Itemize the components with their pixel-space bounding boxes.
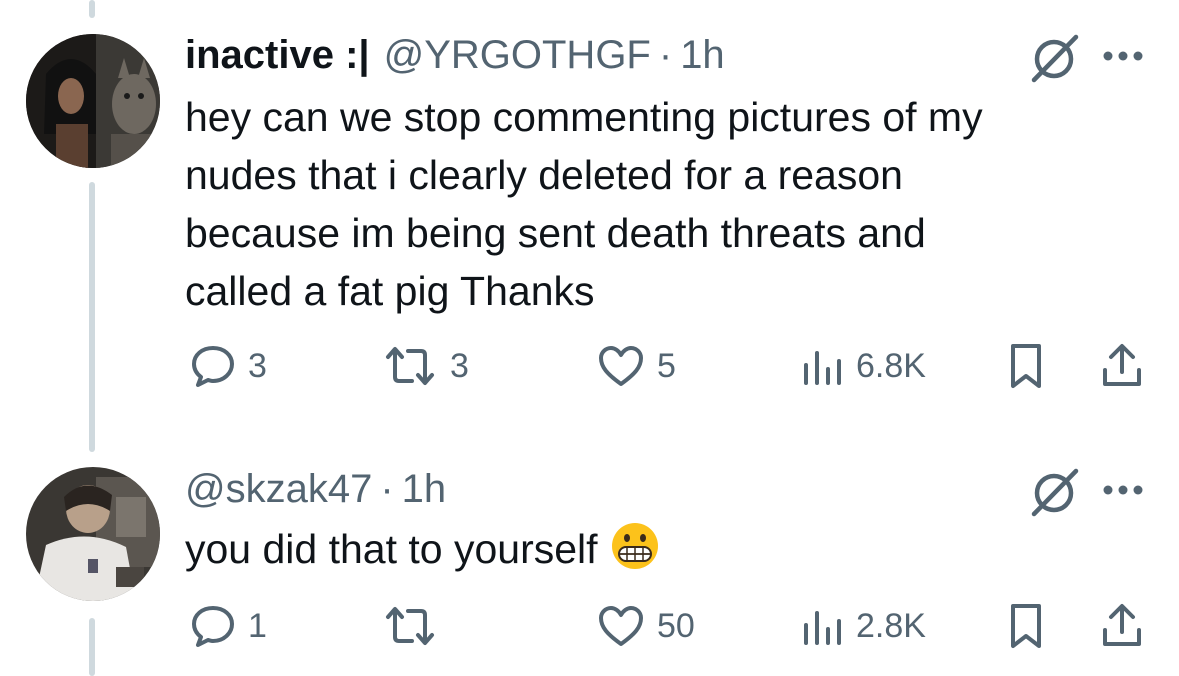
- share-icon: [1100, 342, 1144, 390]
- separator-dot: ·: [658, 32, 673, 77]
- views-count: 2.8K: [856, 606, 926, 645]
- tweet-text-line: hey can we stop commenting pictures of m…: [185, 94, 983, 140]
- like-count: 5: [657, 346, 676, 385]
- reply-icon: [190, 603, 236, 649]
- action-bar: 1 50 2.8K: [0, 596, 1179, 656]
- avatar[interactable]: [26, 34, 160, 168]
- tweet-text: you did that to yourself: [185, 520, 660, 578]
- reply-count: 1: [248, 606, 267, 645]
- reply-button[interactable]: 3: [190, 336, 267, 396]
- tweet-text: hey can we stop commenting pictures of m…: [185, 88, 983, 320]
- share-icon: [1100, 602, 1144, 650]
- views-count: 6.8K: [856, 346, 926, 385]
- heart-icon: [597, 603, 645, 649]
- action-bar: 3 3 5 6.8K: [0, 336, 1179, 396]
- like-button[interactable]: 5: [597, 336, 676, 396]
- repost-icon: [382, 343, 438, 389]
- heart-icon: [597, 343, 645, 389]
- repost-icon: [382, 603, 438, 649]
- thread-line-top: [89, 0, 95, 18]
- repost-button[interactable]: [382, 596, 450, 656]
- tweet-text-line: nudes that i clearly deleted for a reaso…: [185, 152, 903, 198]
- timestamp[interactable]: 1h: [402, 467, 447, 512]
- repost-button[interactable]: 3: [382, 336, 469, 396]
- views-icon: [800, 603, 844, 649]
- views-button[interactable]: 6.8K: [800, 336, 926, 396]
- reply-icon: [190, 343, 236, 389]
- bookmark-icon: [1008, 602, 1044, 650]
- share-button[interactable]: [1100, 336, 1144, 396]
- handle[interactable]: @skzak47: [185, 467, 372, 512]
- handle[interactable]: @YRGOTHGF: [384, 33, 651, 78]
- tweet-header: @skzak47 · 1h: [185, 464, 446, 514]
- like-button[interactable]: 50: [597, 596, 695, 656]
- tweet-text-line: because im being sent death threats and: [185, 210, 926, 256]
- bookmark-icon: [1008, 342, 1044, 390]
- tweet-header: inactive :| @YRGOTHGF · 1h: [185, 30, 725, 80]
- views-button[interactable]: 2.8K: [800, 596, 926, 656]
- share-button[interactable]: [1100, 596, 1144, 656]
- reply-count: 3: [248, 346, 267, 385]
- tweet-text-line: called a fat pig Thanks: [185, 268, 595, 314]
- views-icon: [800, 343, 844, 389]
- bookmark-button[interactable]: [1008, 596, 1044, 656]
- timestamp[interactable]: 1h: [680, 33, 725, 78]
- more-icon[interactable]: [1102, 484, 1144, 496]
- repost-count: 3: [450, 346, 469, 385]
- reply-button[interactable]: 1: [190, 596, 267, 656]
- grok-icon[interactable]: [1026, 467, 1082, 517]
- tweet-text-line: you did that to yourself: [185, 526, 598, 572]
- display-name[interactable]: inactive :|: [185, 33, 370, 78]
- more-icon[interactable]: [1102, 50, 1144, 62]
- grimacing-face-icon: [610, 521, 660, 571]
- thread-line-middle: [89, 182, 95, 452]
- like-count: 50: [657, 606, 695, 645]
- grok-icon[interactable]: [1026, 33, 1082, 83]
- separator-dot: ·: [380, 466, 394, 511]
- bookmark-button[interactable]: [1008, 336, 1044, 396]
- avatar[interactable]: [26, 467, 160, 601]
